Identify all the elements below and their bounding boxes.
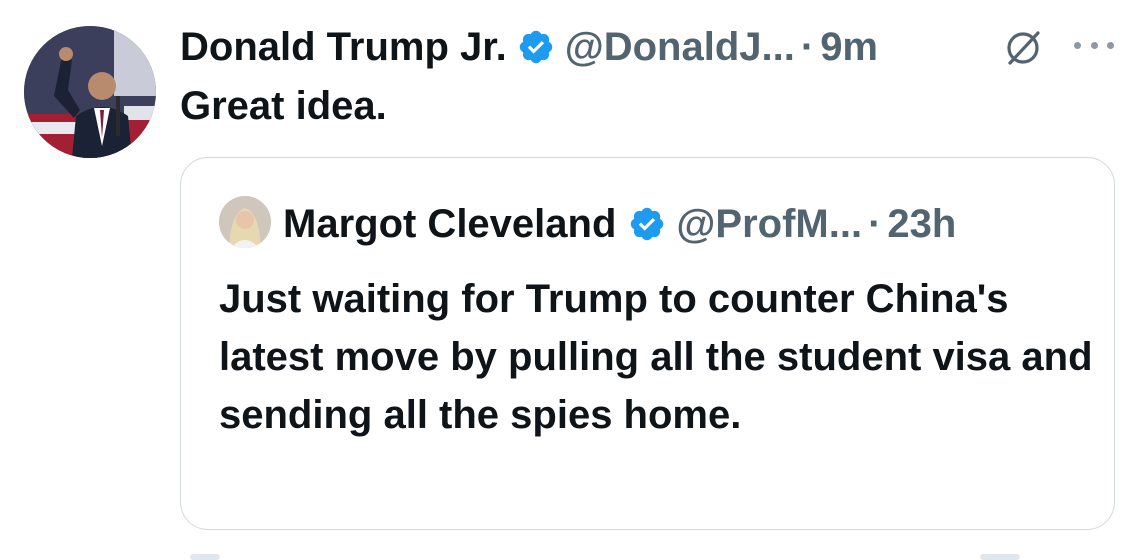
separator-dot: · [868, 201, 882, 246]
author-name[interactable]: Donald Trump Jr. [180, 25, 507, 70]
quote-avatar[interactable] [219, 196, 271, 248]
quote-author-handle[interactable]: @ProfM... [676, 202, 862, 247]
author-handle[interactable]: @DonaldJ... [565, 25, 795, 70]
quote-header: Margot Cleveland @ProfM... · 23h [283, 196, 956, 252]
action-bar-cutoff [0, 550, 1141, 560]
tweet-text: Great idea. [180, 84, 387, 128]
action-icon-partial [980, 554, 1020, 560]
more-icon[interactable] [1074, 38, 1114, 52]
quote-avatar-image [219, 196, 271, 248]
quote-text: Just waiting for Trump to counter China'… [219, 277, 1093, 437]
action-icon-partial [190, 554, 220, 560]
more-dot [1090, 41, 1098, 49]
quote-author-name[interactable]: Margot Cleveland [283, 202, 616, 247]
quote-tweet[interactable]: Margot Cleveland @ProfM... · 23h Just wa… [180, 157, 1115, 530]
avatar[interactable] [24, 26, 156, 158]
quote-timestamp[interactable]: 23h [887, 202, 956, 247]
more-dot [1107, 41, 1114, 49]
verified-badge-icon [628, 205, 666, 243]
timestamp[interactable]: 9m [820, 25, 878, 70]
grok-icon[interactable] [1002, 27, 1044, 69]
separator-dot: · [800, 24, 815, 69]
verified-badge-icon [517, 28, 555, 66]
avatar-image [24, 26, 156, 158]
tweet-header: Donald Trump Jr. @DonaldJ... · 9m [180, 22, 878, 72]
more-dot [1074, 41, 1081, 49]
